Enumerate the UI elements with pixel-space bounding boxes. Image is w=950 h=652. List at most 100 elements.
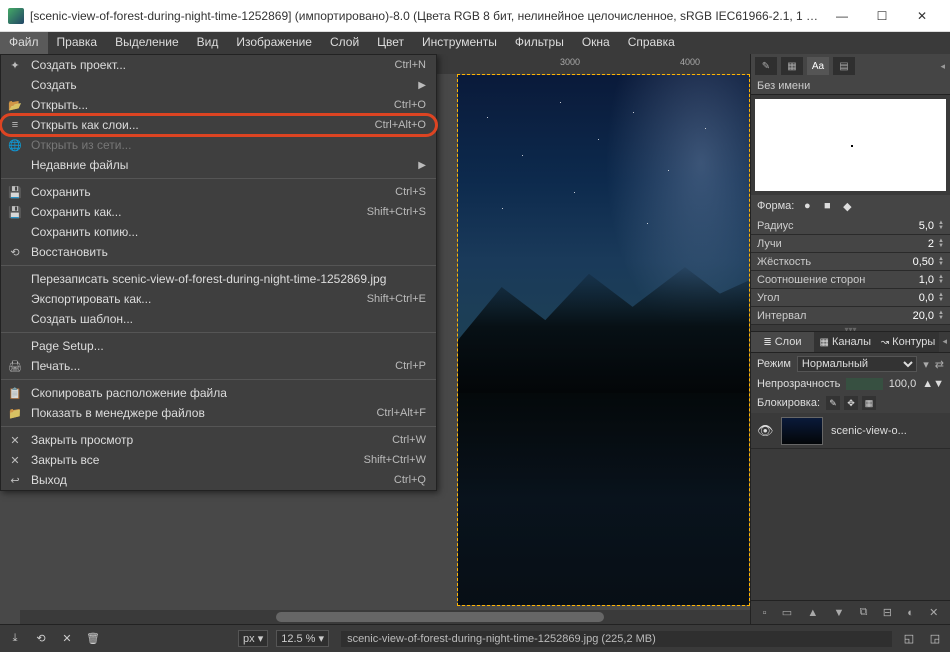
menu-item-2[interactable]: 📂Открыть...Ctrl+O (1, 95, 436, 115)
menu-item-16[interactable]: Page Setup... (1, 336, 436, 356)
blend-mode-select[interactable]: Нормальный (797, 356, 917, 372)
dock-tab-pattern[interactable]: ▦ (781, 57, 803, 75)
opacity-slider[interactable] (846, 378, 882, 390)
menu-item-icon: ⟲ (7, 244, 23, 260)
menu-item-23[interactable]: ✕Закрыть всеShift+Ctrl+W (1, 450, 436, 470)
menu-item-10[interactable]: ⟲Восстановить (1, 242, 436, 262)
spin-down-icon[interactable]: ▼ (938, 244, 944, 249)
menu-windows[interactable]: Окна (573, 32, 619, 54)
eye-icon[interactable]: 👁 (757, 423, 773, 439)
spin-down-icon[interactable]: ▼ (933, 378, 944, 390)
menu-item-1[interactable]: Создать▶ (1, 75, 436, 95)
tab-paths[interactable]: ↝Контуры (877, 332, 940, 352)
menu-item-22[interactable]: ✕Закрыть просмотрCtrl+W (1, 430, 436, 450)
option-row[interactable]: Радиус5,0▲▼ (751, 217, 950, 235)
menu-item-17[interactable]: 🖨Печать...Ctrl+P (1, 356, 436, 376)
close-button[interactable]: ✕ (902, 2, 942, 30)
spin-up-icon[interactable]: ▲ (922, 378, 933, 390)
menu-item-4[interactable]: 🌐Открыть из сети... (1, 135, 436, 155)
sb-cancel-icon[interactable]: ✕ (58, 630, 76, 648)
shape-square-button[interactable]: ■ (820, 199, 834, 213)
menu-item-label: Скопировать расположение файла (31, 386, 426, 400)
shape-row: Форма: ● ■ ◆ (751, 195, 950, 217)
menu-item-3[interactable]: ≡Открыть как слои...Ctrl+Alt+O (1, 115, 436, 135)
menu-item-shortcut: Ctrl+S (395, 186, 426, 198)
menu-select[interactable]: Выделение (106, 32, 188, 54)
menu-file[interactable]: Файл (0, 32, 48, 54)
lock-label: Блокировка: (757, 397, 820, 409)
canvas-area: 3000 4000 ✦Со (0, 54, 750, 624)
menu-item-12[interactable]: Перезаписать scenic-view-of-forest-durin… (1, 269, 436, 289)
lock-pixel-button[interactable]: ✎ (826, 396, 840, 410)
option-label: Интервал (757, 310, 913, 322)
menu-item-label: Создать проект... (31, 58, 395, 72)
option-label: Жёсткость (757, 256, 913, 268)
sb-nav2-icon[interactable]: ◲ (926, 630, 944, 648)
unit-select[interactable]: px ▾ (238, 630, 268, 647)
menu-item-19[interactable]: 📋 Скопировать расположение файла (1, 383, 436, 403)
menu-item-14[interactable]: Создать шаблон... (1, 309, 436, 329)
sb-nav1-icon[interactable]: ◱ (900, 630, 918, 648)
menu-layer[interactable]: Слой (321, 32, 368, 54)
option-label: Радиус (757, 220, 919, 232)
dock-tab-brush[interactable]: ✎ (755, 57, 777, 75)
mask-button[interactable]: ◐ (907, 607, 914, 619)
sb-save-icon[interactable]: ⤓ (6, 630, 24, 648)
tabs-menu-icon[interactable]: ◂ (940, 332, 949, 352)
spin-down-icon[interactable]: ▼ (938, 226, 944, 231)
dock-tab-history[interactable]: ▤ (833, 57, 855, 75)
menu-color[interactable]: Цвет (368, 32, 413, 54)
new-group-button[interactable]: ▭ (782, 606, 792, 619)
spin-down-icon[interactable]: ▼ (938, 298, 944, 303)
merge-layer-button[interactable]: ⊟ (883, 606, 892, 619)
menu-item-8[interactable]: 💾Сохранить как...Shift+Ctrl+S (1, 202, 436, 222)
menu-item-icon: 📋 (7, 385, 23, 401)
shape-diamond-button[interactable]: ◆ (840, 199, 854, 213)
mode-switch-icon[interactable]: ⇄ (935, 358, 944, 371)
shape-circle-button[interactable]: ● (800, 199, 814, 213)
layer-item[interactable]: 👁 scenic-view-o... (751, 413, 950, 449)
menu-item-20[interactable]: 📁Показать в менеджере файловCtrl+Alt+F (1, 403, 436, 423)
option-row[interactable]: Интервал20,0▲▼ (751, 307, 950, 325)
sb-trash-icon[interactable]: 🗑 (84, 630, 102, 648)
dock-menu-icon[interactable]: ◂ (940, 61, 945, 72)
menu-item-13[interactable]: Экспортировать как...Shift+Ctrl+E (1, 289, 436, 309)
new-layer-button[interactable]: ▫ (763, 607, 767, 619)
dock-tab-text[interactable]: Aa (807, 57, 829, 75)
menu-item-24[interactable]: ↩ВыходCtrl+Q (1, 470, 436, 490)
menu-view[interactable]: Вид (188, 32, 228, 54)
spin-down-icon[interactable]: ▼ (938, 280, 944, 285)
option-label: Соотношение сторон (757, 274, 919, 286)
menu-item-shortcut: Ctrl+N (395, 59, 426, 71)
menu-item-5[interactable]: Недавние файлы▶ (1, 155, 436, 175)
duplicate-layer-button[interactable]: ⧉ (860, 606, 868, 619)
lock-alpha-button[interactable]: ▦ (862, 396, 876, 410)
tab-channels[interactable]: ▦Каналы (814, 332, 877, 352)
menu-item-0[interactable]: ✦Создать проект...Ctrl+N (1, 55, 436, 75)
spin-down-icon[interactable]: ▼ (938, 316, 944, 321)
menu-help[interactable]: Справка (619, 32, 684, 54)
spin-down-icon[interactable]: ▼ (938, 262, 944, 267)
tab-layers[interactable]: ≣Слои (751, 332, 814, 352)
menu-item-9[interactable]: Сохранить копию... (1, 222, 436, 242)
option-row[interactable]: Жёсткость0,50▲▼ (751, 253, 950, 271)
layer-name-label[interactable]: scenic-view-o... (831, 425, 907, 437)
lock-position-button[interactable]: ✥ (844, 396, 858, 410)
option-row[interactable]: Лучи2▲▼ (751, 235, 950, 253)
sb-undo-icon[interactable]: ⟲ (32, 630, 50, 648)
menu-edit[interactable]: Правка (48, 32, 107, 54)
option-row[interactable]: Соотношение сторон1,0▲▼ (751, 271, 950, 289)
horizontal-scrollbar[interactable] (20, 610, 750, 624)
option-row[interactable]: Угол0,0▲▼ (751, 289, 950, 307)
lower-layer-button[interactable]: ▼ (834, 607, 845, 619)
menu-item-7[interactable]: 💾СохранитьCtrl+S (1, 182, 436, 202)
minimize-button[interactable]: — (822, 2, 862, 30)
raise-layer-button[interactable]: ▲ (807, 607, 818, 619)
maximize-button[interactable]: ☐ (862, 2, 902, 30)
menu-tools[interactable]: Инструменты (413, 32, 506, 54)
mode-chevron-icon[interactable]: ▾ (923, 358, 929, 371)
menu-image[interactable]: Изображение (227, 32, 321, 54)
delete-layer-button[interactable]: ✕ (929, 606, 938, 619)
menu-filters[interactable]: Фильтры (506, 32, 573, 54)
zoom-select[interactable]: 12.5 % ▾ (276, 630, 329, 647)
